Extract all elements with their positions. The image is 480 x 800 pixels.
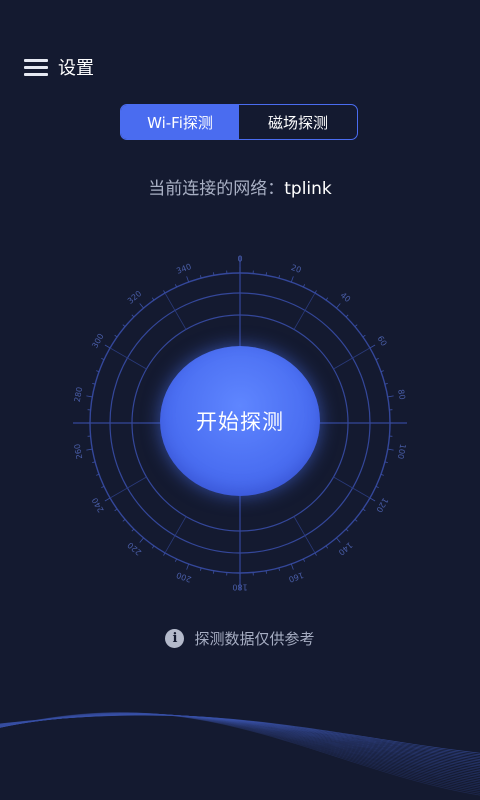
network-label: 当前连接的网络： (148, 179, 285, 199)
compass-tick (213, 272, 215, 276)
network-ssid: tplink (284, 179, 332, 199)
compass-degree-label: 180 (232, 583, 247, 592)
compass-spoke (293, 516, 316, 554)
info-icon: i (165, 629, 185, 648)
compass-tick (213, 570, 215, 574)
compass-degree-label: 160 (287, 570, 304, 584)
compass-tick (163, 290, 166, 294)
compass-tick (151, 297, 155, 301)
compass-tick (290, 563, 294, 570)
compass-tick (86, 395, 93, 398)
compass-tick (265, 272, 267, 276)
compass-tick (369, 344, 376, 349)
compass-tick (314, 290, 317, 294)
compass-spoke (109, 347, 147, 370)
compass-spoke (293, 292, 316, 330)
compass-tick (314, 552, 317, 556)
compass-tick (131, 528, 135, 532)
compass-tick (114, 508, 118, 512)
tab-bar: Wi-Fi探测 磁场探测 (120, 104, 358, 140)
compass-tick (86, 448, 93, 451)
compass-degree-label: 20 (290, 263, 303, 275)
compass-tick (336, 303, 341, 309)
compass-tick (139, 303, 144, 309)
compass-degree-label: 320 (126, 289, 143, 306)
compass-tick (345, 314, 349, 318)
compass-tick (104, 497, 111, 502)
compass-tick (325, 297, 329, 301)
compass-degree-label: 240 (90, 496, 105, 514)
compass-spoke (333, 347, 371, 370)
compass-spoke (164, 292, 187, 330)
compass-tick (139, 537, 144, 543)
compass-spoke (333, 476, 371, 499)
compass-tick (186, 276, 190, 283)
compass-degree-label: 340 (175, 262, 192, 276)
compass-tick (114, 334, 118, 338)
compass-tick (186, 563, 190, 570)
disclaimer-text: 探测数据仅供参考 (194, 630, 315, 648)
compass-degree-label: 60 (376, 334, 389, 347)
compass-tick (362, 508, 366, 512)
tab-wifi-detect[interactable]: Wi-Fi探测 (121, 105, 239, 139)
compass-degree-label: 200 (175, 570, 192, 584)
compass-tick (265, 570, 267, 574)
decorative-wave (0, 712, 480, 796)
compass-tick (122, 324, 126, 327)
compass-tick (387, 448, 394, 451)
compass-tick (387, 395, 394, 398)
compass-degree-label: 100 (396, 443, 408, 460)
compass-tick (369, 497, 376, 502)
compass-degree-label: 220 (126, 540, 143, 557)
compass-tick (163, 552, 166, 556)
tab-magnetic-detect[interactable]: 磁场探测 (239, 105, 357, 139)
compass-tick (354, 519, 358, 522)
compass-tick (104, 344, 111, 349)
compass-tick (290, 276, 294, 283)
page-title[interactable]: 设置 (58, 54, 94, 80)
compass-tick (151, 545, 155, 549)
compass-degree-label: 80 (396, 389, 407, 401)
start-detect-button[interactable]: 开始探测 (160, 346, 320, 496)
compass-degree-label: 40 (339, 291, 353, 304)
compass-tick (325, 545, 329, 549)
compass-tick (336, 537, 341, 543)
compass-tick (131, 314, 135, 318)
menu-icon[interactable] (24, 58, 48, 76)
compass-degree-label: 0 (237, 255, 242, 264)
header: 设置 (24, 52, 94, 82)
compass-tick (354, 324, 358, 327)
compass-degree-label: 260 (73, 443, 85, 460)
compass-degree-label: 280 (73, 386, 85, 403)
compass-spoke (109, 476, 147, 499)
disclaimer: i 探测数据仅供参考 (0, 628, 480, 649)
compass-tick (362, 334, 366, 338)
compass-spoke (164, 516, 187, 554)
compass-tick (122, 519, 126, 522)
compass-degree-label: 120 (374, 496, 389, 514)
compass-degree-label: 140 (337, 540, 354, 557)
compass-degree-label: 300 (90, 332, 105, 350)
compass-tick (345, 528, 349, 532)
current-network: 当前连接的网络：tplink (0, 174, 480, 199)
